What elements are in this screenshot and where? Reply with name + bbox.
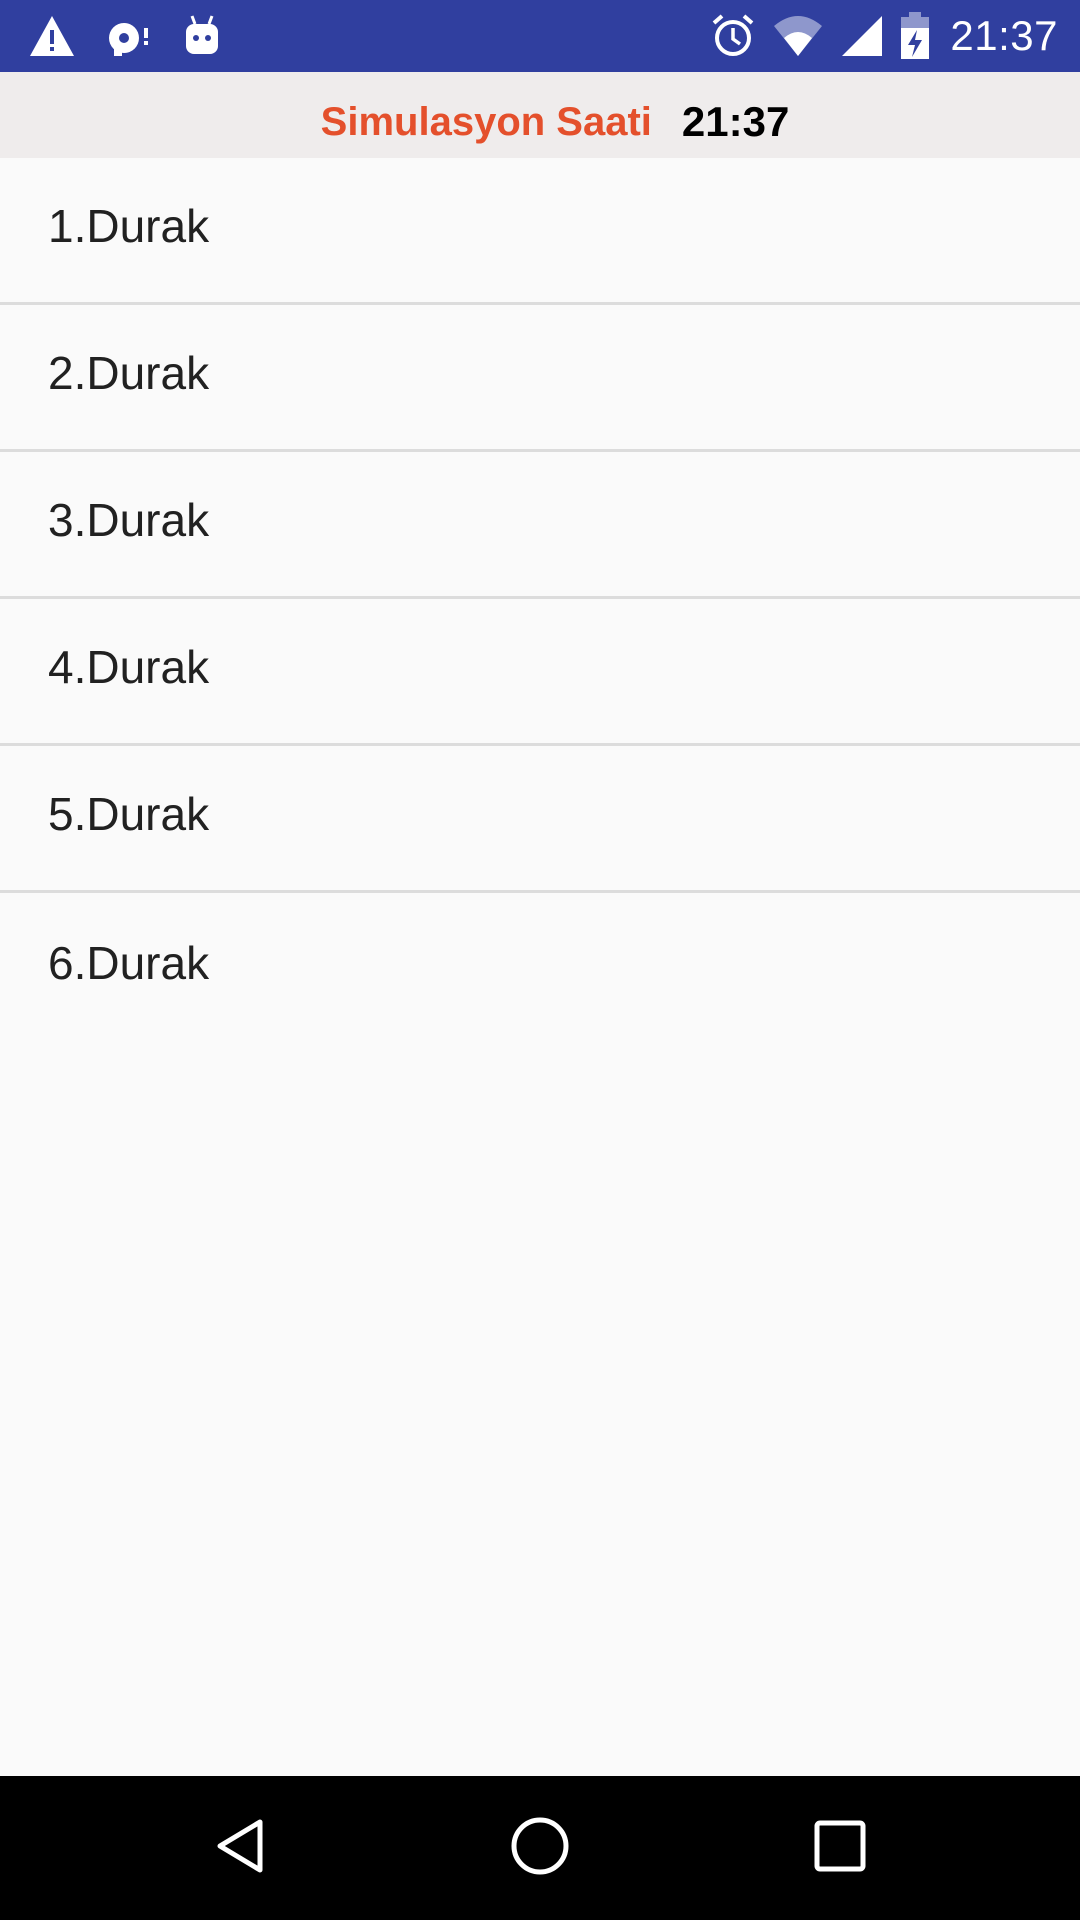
list-item[interactable]: 5.Durak xyxy=(0,746,1080,893)
navigation-bar xyxy=(0,1776,1080,1920)
status-bar: 21:37 xyxy=(0,0,1080,72)
list-item[interactable]: 1.Durak xyxy=(0,158,1080,305)
list-item[interactable]: 3.Durak xyxy=(0,452,1080,599)
stop-label: 4.Durak xyxy=(48,641,210,693)
list-item[interactable]: 6.Durak xyxy=(0,893,1080,1040)
alarm-icon xyxy=(710,13,756,59)
sd-card-icon xyxy=(106,14,152,58)
list-item[interactable]: 2.Durak xyxy=(0,305,1080,452)
stop-label: 6.Durak xyxy=(48,936,210,989)
stop-label: 5.Durak xyxy=(48,788,210,840)
home-icon xyxy=(508,1814,572,1883)
stop-list: 1.Durak 2.Durak 3.Durak 4.Durak 5.Durak … xyxy=(0,158,1080,1040)
simulation-clock-time: 21:37 xyxy=(681,98,790,145)
stop-label: 1.Durak xyxy=(48,200,210,252)
home-button[interactable] xyxy=(460,1776,620,1920)
simulation-clock-label: Simulasyon Saati xyxy=(320,99,652,144)
back-icon xyxy=(210,1816,270,1881)
back-button[interactable] xyxy=(160,1776,320,1920)
system-icons: 21:37 xyxy=(710,10,1058,62)
warning-icon xyxy=(28,14,76,58)
notification-icons xyxy=(28,10,222,62)
battery-charging-icon xyxy=(900,12,930,60)
cell-signal-icon xyxy=(840,14,884,58)
simulation-clock-header: Simulasyon Saati 21:37 xyxy=(0,72,1080,158)
status-time: 21:37 xyxy=(950,12,1058,59)
stop-label: 2.Durak xyxy=(48,347,210,399)
recents-button[interactable] xyxy=(760,1776,920,1920)
recents-icon xyxy=(812,1818,868,1879)
wifi-icon xyxy=(772,14,824,58)
list-item[interactable]: 4.Durak xyxy=(0,599,1080,746)
stop-label: 3.Durak xyxy=(48,494,210,546)
android-debug-icon xyxy=(182,14,222,58)
